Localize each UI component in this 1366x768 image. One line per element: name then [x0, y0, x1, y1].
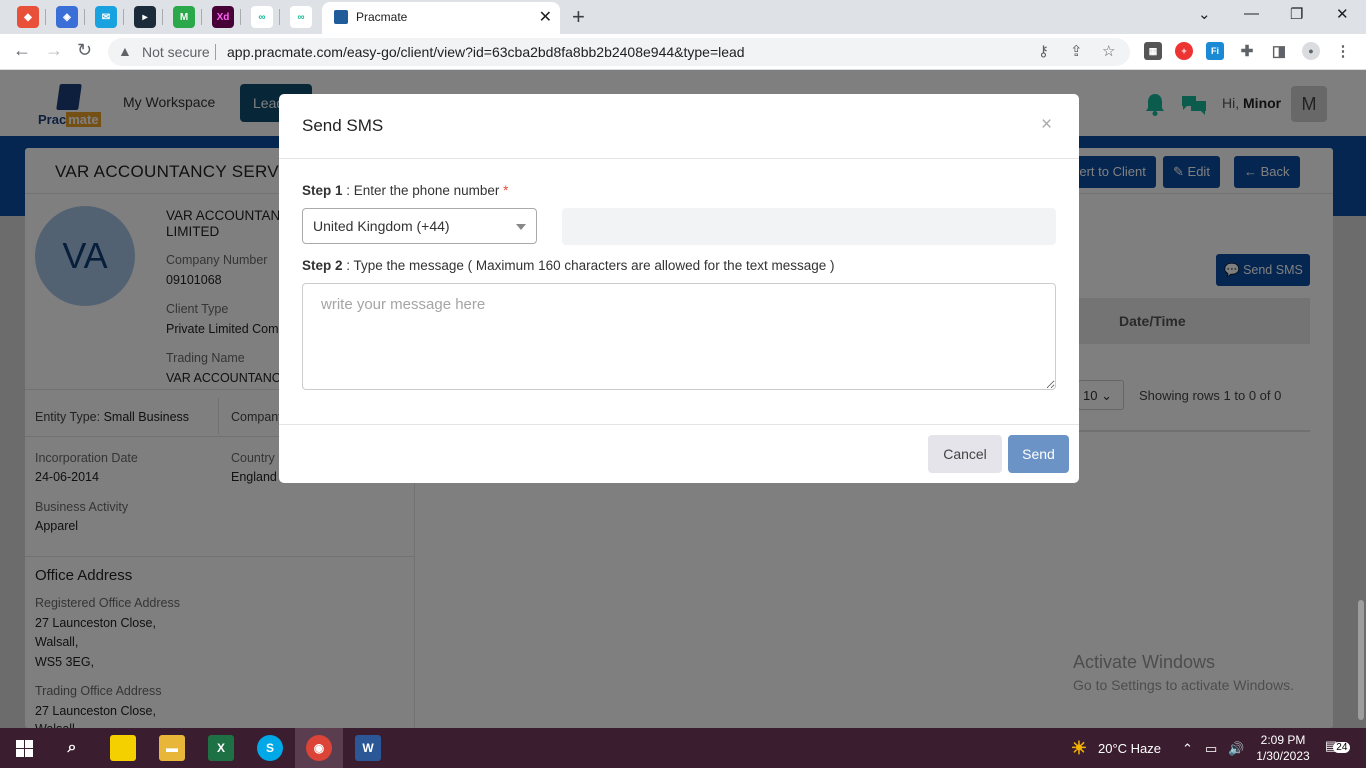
browser-menu-icon[interactable]: ⋮: [1334, 42, 1352, 60]
step1-text: : Enter the phone number: [342, 183, 504, 198]
step2-text: : Type the message ( Maximum 160 charact…: [342, 258, 835, 273]
bookmark-star-icon[interactable]: ☆: [1102, 42, 1115, 60]
notification-center-icon[interactable]: ▤24: [1325, 738, 1351, 754]
tab-separator: [162, 9, 163, 25]
modal-title: Send SMS: [302, 116, 384, 135]
mail-tab-icon[interactable]: ✉: [95, 6, 117, 28]
chrome-icon[interactable]: ◉: [306, 735, 332, 761]
system-clock[interactable]: 2:09 PM 1/30/2023: [1253, 732, 1313, 764]
close-window-icon[interactable]: ✕: [1336, 5, 1349, 23]
file-explorer-icon[interactable]: ▬: [159, 735, 185, 761]
windows-taskbar: ⌕ ▬ X S ◉ W ☀ 20°C Haze ⌃ ▭ 🔊 2:09 PM 1/…: [0, 728, 1366, 768]
link-tab-icon[interactable]: ∞: [290, 6, 312, 28]
terminal-tab-icon[interactable]: ▸: [134, 6, 156, 28]
url-text[interactable]: app.pracmate.com/easy-go/client/view?id=…: [227, 44, 745, 60]
tab-separator: [45, 9, 46, 25]
app-tab-icon[interactable]: ◈: [56, 6, 78, 28]
forward-arrow-icon[interactable]: →: [45, 40, 63, 61]
reload-icon[interactable]: ↻: [77, 40, 92, 61]
clock-date: 1/30/2023: [1256, 749, 1310, 763]
close-tab-icon[interactable]: ✕: [539, 7, 552, 27]
tab-separator: [84, 9, 85, 25]
excel-icon[interactable]: X: [208, 735, 234, 761]
modal-footer-divider: [279, 424, 1079, 425]
side-panel-icon[interactable]: ◨: [1270, 42, 1288, 60]
step1-prefix: Step 1: [302, 183, 343, 198]
gitlab-tab-icon[interactable]: ◆: [17, 6, 39, 28]
modal-header-divider: [279, 158, 1079, 159]
active-tab[interactable]: Pracmate ✕: [322, 2, 560, 34]
new-tab-icon[interactable]: +: [572, 4, 585, 30]
link-tab-icon[interactable]: ∞: [251, 6, 273, 28]
network-icon[interactable]: ▭: [1205, 741, 1217, 757]
volume-icon[interactable]: 🔊: [1228, 741, 1244, 757]
security-label[interactable]: Not secure: [142, 44, 210, 60]
restore-icon[interactable]: ❐: [1290, 5, 1303, 23]
weather-text[interactable]: 20°C Haze: [1098, 741, 1161, 756]
sticky-notes-icon[interactable]: [110, 735, 136, 761]
pracmate-favicon: [334, 10, 348, 24]
warning-icon[interactable]: ▲: [118, 43, 132, 59]
adobe-xd-tab-icon[interactable]: Xd: [212, 6, 234, 28]
show-hidden-icons-icon[interactable]: ⌃: [1182, 741, 1193, 757]
extensions-puzzle-icon[interactable]: ✚: [1238, 42, 1256, 60]
skype-icon[interactable]: S: [257, 735, 283, 761]
share-icon[interactable]: ⇪: [1070, 42, 1083, 60]
red-extension-icon[interactable]: +: [1175, 42, 1193, 60]
cancel-button[interactable]: Cancel: [928, 435, 1002, 473]
browser-tab-strip: ◆ ◈ ✉ ▸ M Xd ∞ ∞ Pracmate ✕ + ⌄ — ❐ ✕: [0, 0, 1366, 34]
analytics-tab-icon[interactable]: M: [173, 6, 195, 28]
tab-separator: [279, 9, 280, 25]
step2-label: Step 2 : Type the message ( Maximum 160 …: [302, 258, 835, 273]
close-icon[interactable]: ×: [1041, 114, 1052, 136]
send-button[interactable]: Send: [1008, 435, 1069, 473]
word-icon[interactable]: W: [355, 735, 381, 761]
clock-time: 2:09 PM: [1260, 733, 1306, 747]
profile-icon[interactable]: ●: [1302, 42, 1320, 60]
browser-toolbar: ← → ↻ ▲ Not secure app.pracmate.com/easy…: [0, 34, 1366, 70]
back-arrow-icon[interactable]: ←: [13, 40, 31, 61]
windows-start-icon[interactable]: [16, 740, 33, 757]
country-code-select[interactable]: United Kingdom (+44): [302, 208, 537, 244]
tab-separator: [240, 9, 241, 25]
tab-separator: [201, 9, 202, 25]
step2-prefix: Step 2: [302, 258, 343, 273]
tab-separator: [123, 9, 124, 25]
weather-icon[interactable]: ☀: [1066, 735, 1092, 761]
omnibox-divider: [215, 44, 216, 60]
step1-label: Step 1 : Enter the phone number *: [302, 183, 508, 198]
phone-number-input[interactable]: [562, 208, 1056, 245]
tab-title: Pracmate: [356, 10, 408, 24]
address-bar[interactable]: ▲ Not secure app.pracmate.com/easy-go/cl…: [108, 38, 1130, 66]
country-code-value: United Kingdom (+44): [313, 218, 450, 234]
notification-count: 24: [1333, 742, 1351, 753]
search-icon[interactable]: ⌕: [59, 735, 85, 761]
message-textarea[interactable]: [302, 283, 1056, 390]
fi-extension-icon[interactable]: Fi: [1206, 42, 1224, 60]
send-sms-modal: Send SMS × Step 1 : Enter the phone numb…: [279, 94, 1079, 483]
required-marker: *: [503, 183, 509, 198]
tab-search-icon[interactable]: ⌄: [1198, 5, 1211, 23]
dropdown-caret-icon: [516, 224, 526, 230]
page-scrollbar[interactable]: [1358, 600, 1364, 720]
minimize-icon[interactable]: —: [1244, 5, 1259, 22]
key-icon[interactable]: ⚷: [1038, 42, 1049, 60]
qr-extension-icon[interactable]: ▦: [1144, 42, 1162, 60]
